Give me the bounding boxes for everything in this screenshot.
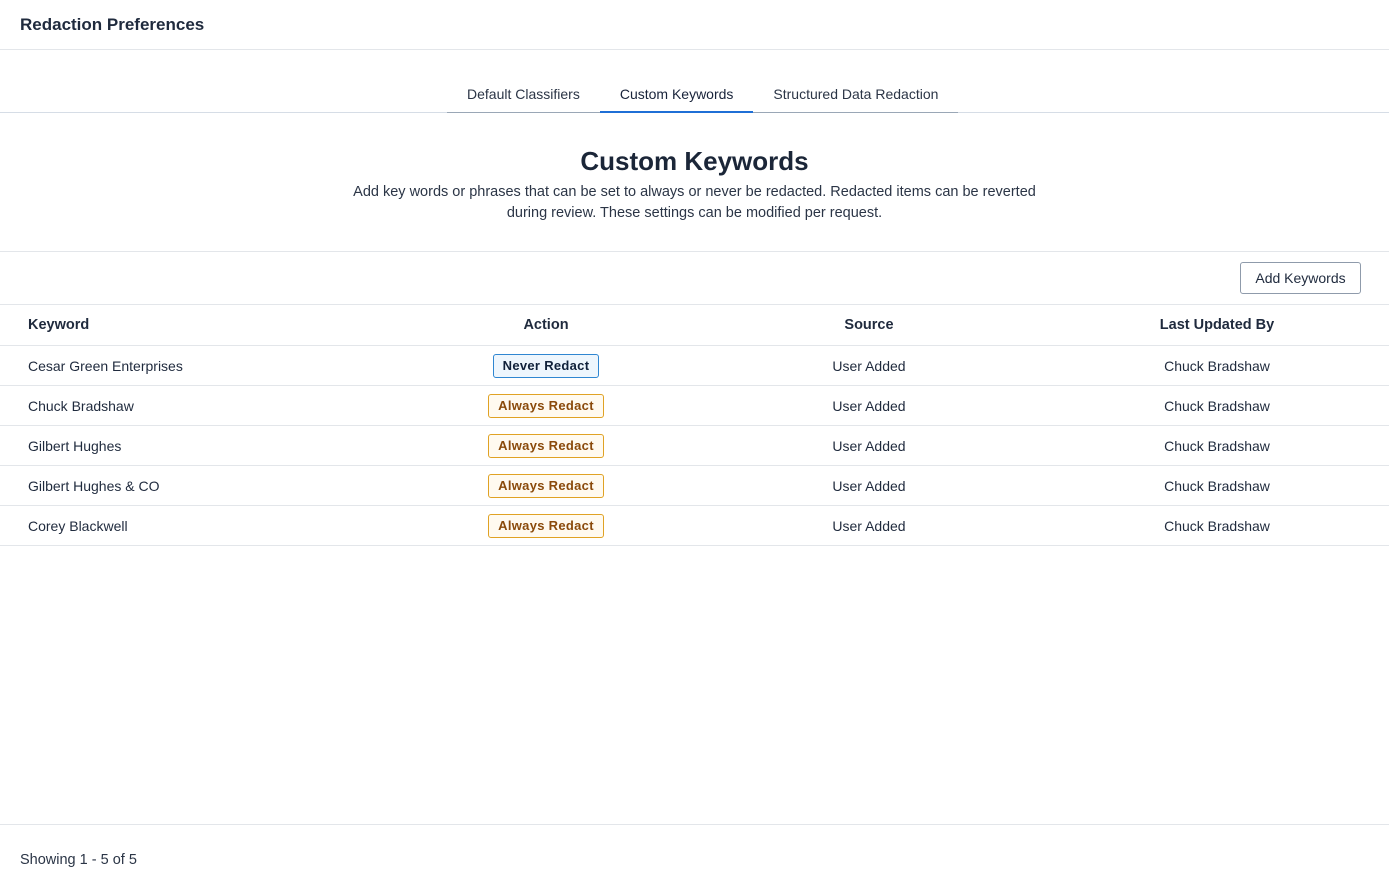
keywords-table: Keyword Action Source Last Updated By Ce… bbox=[0, 305, 1389, 546]
source-cell: User Added bbox=[832, 397, 906, 414]
section-intro: Custom Keywords Add key words or phrases… bbox=[0, 113, 1389, 252]
tab-bar-row: Default Classifiers Custom Keywords Stru… bbox=[0, 50, 1389, 113]
updated-by-cell: Chuck Bradshaw bbox=[1164, 477, 1270, 494]
action-badge-always-redact[interactable]: Always Redact bbox=[488, 393, 604, 418]
action-badge-never-redact[interactable]: Never Redact bbox=[492, 353, 600, 378]
source-cell: User Added bbox=[832, 517, 906, 534]
table-footer: Showing 1 - 5 of 5 bbox=[0, 824, 1389, 890]
action-cell: Always Redact bbox=[446, 386, 646, 425]
column-header-keyword[interactable]: Keyword bbox=[28, 305, 89, 345]
action-cell: Always Redact bbox=[446, 466, 646, 505]
table-row[interactable]: Gilbert Hughes Always Redact User Added … bbox=[0, 426, 1389, 466]
action-badge-always-redact[interactable]: Always Redact bbox=[488, 513, 604, 538]
source-cell: User Added bbox=[832, 357, 906, 374]
tab-default-classifiers[interactable]: Default Classifiers bbox=[447, 76, 600, 112]
source-cell: User Added bbox=[832, 437, 906, 454]
updated-by-cell: Chuck Bradshaw bbox=[1164, 397, 1270, 414]
updated-by-cell: Chuck Bradshaw bbox=[1164, 357, 1270, 374]
table-row[interactable]: Gilbert Hughes & CO Always Redact User A… bbox=[0, 466, 1389, 506]
source-cell: User Added bbox=[832, 477, 906, 494]
action-cell: Never Redact bbox=[446, 346, 646, 385]
tab-bar: Default Classifiers Custom Keywords Stru… bbox=[447, 76, 959, 113]
keyword-cell: Gilbert Hughes bbox=[28, 437, 122, 454]
action-cell: Always Redact bbox=[446, 506, 646, 545]
tab-structured-data-redaction[interactable]: Structured Data Redaction bbox=[753, 76, 958, 112]
redaction-preferences-page: Redaction Preferences Default Classifier… bbox=[0, 0, 1389, 890]
column-header-last-updated-by[interactable]: Last Updated By bbox=[1117, 305, 1317, 345]
pagination-summary: Showing 1 - 5 of 5 bbox=[20, 852, 137, 868]
column-header-source[interactable]: Source bbox=[769, 305, 969, 345]
section-description: Add key words or phrases that can be set… bbox=[353, 184, 1036, 221]
action-cell: Always Redact bbox=[446, 426, 646, 465]
add-keywords-button[interactable]: Add Keywords bbox=[1240, 262, 1361, 294]
keyword-cell: Gilbert Hughes & CO bbox=[28, 477, 160, 494]
keyword-cell: Cesar Green Enterprises bbox=[28, 357, 183, 374]
keyword-cell: Corey Blackwell bbox=[28, 517, 128, 534]
table-row[interactable]: Corey Blackwell Always Redact User Added… bbox=[0, 506, 1389, 546]
action-badge-always-redact[interactable]: Always Redact bbox=[488, 473, 604, 498]
table-row[interactable]: Chuck Bradshaw Always Redact User Added … bbox=[0, 386, 1389, 426]
table-header-row: Keyword Action Source Last Updated By bbox=[0, 305, 1389, 346]
column-header-action[interactable]: Action bbox=[446, 305, 646, 345]
table-toolbar: Add Keywords bbox=[0, 252, 1389, 305]
page-title: Redaction Preferences bbox=[20, 15, 205, 34]
action-badge-always-redact[interactable]: Always Redact bbox=[488, 433, 604, 458]
keyword-cell: Chuck Bradshaw bbox=[28, 397, 134, 414]
section-heading: Custom Keywords bbox=[580, 146, 809, 176]
updated-by-cell: Chuck Bradshaw bbox=[1164, 517, 1270, 534]
updated-by-cell: Chuck Bradshaw bbox=[1164, 437, 1270, 454]
page-header: Redaction Preferences bbox=[0, 0, 1389, 50]
table-row[interactable]: Cesar Green Enterprises Never Redact Use… bbox=[0, 346, 1389, 386]
tab-custom-keywords[interactable]: Custom Keywords bbox=[599, 76, 754, 113]
